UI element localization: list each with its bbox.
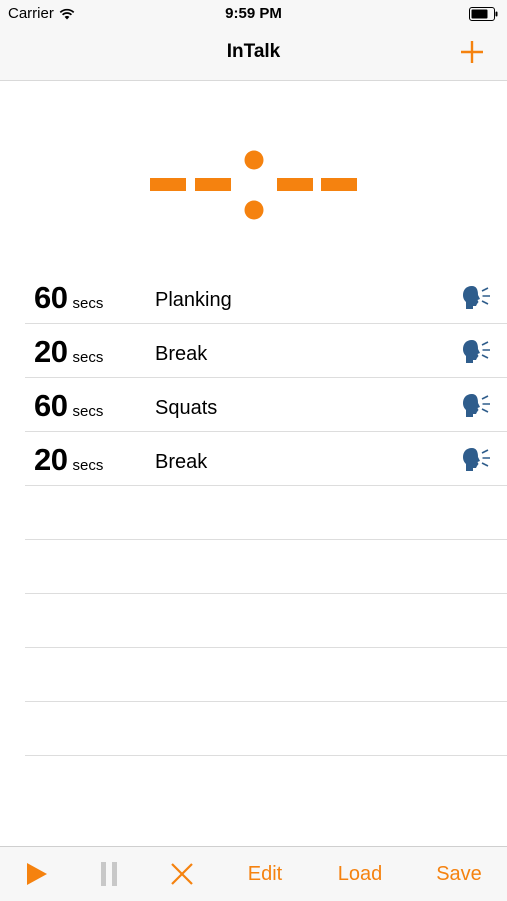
logo-dash xyxy=(321,178,357,191)
duration: 20 secs xyxy=(34,334,103,370)
plus-icon[interactable] xyxy=(459,39,485,65)
list-item[interactable]: 60 secs Planking xyxy=(25,270,507,324)
close-icon xyxy=(171,863,193,885)
duration-value: 20 xyxy=(34,442,68,477)
logo-dot xyxy=(244,200,264,220)
duration-value: 20 xyxy=(34,334,68,369)
duration-unit: secs xyxy=(72,349,104,366)
speak-icon[interactable] xyxy=(461,338,493,366)
status-bar: Carrier 9:59 PM xyxy=(0,0,507,28)
page-title: InTalk xyxy=(226,41,281,62)
list-item[interactable]: 20 secs Break xyxy=(25,432,507,486)
navigation-bar: InTalk xyxy=(0,28,507,81)
app-logo xyxy=(150,150,357,220)
duration-unit: secs xyxy=(72,403,104,420)
duration: 20 secs xyxy=(34,442,103,478)
duration-value: 60 xyxy=(34,388,68,423)
play-icon xyxy=(27,863,47,885)
pause-button[interactable] xyxy=(87,847,131,901)
list-item[interactable]: 60 secs Squats xyxy=(25,378,507,432)
load-button[interactable]: Load xyxy=(326,847,394,901)
save-button[interactable]: Save xyxy=(425,847,493,901)
interval-label: Planking xyxy=(155,289,232,311)
empty-row xyxy=(25,486,507,540)
duration-unit: secs xyxy=(72,457,104,474)
logo-dot xyxy=(244,150,264,170)
play-button[interactable] xyxy=(14,847,58,901)
interval-list: 60 secs Planking 20 secs Break 60 secs S… xyxy=(25,270,507,756)
empty-row xyxy=(25,594,507,648)
status-time: 9:59 PM xyxy=(225,5,282,22)
interval-label: Squats xyxy=(155,397,218,419)
speak-icon[interactable] xyxy=(461,446,493,474)
logo-dash xyxy=(277,178,313,191)
duration-value: 60 xyxy=(34,280,68,315)
duration-unit: secs xyxy=(72,295,104,312)
empty-row xyxy=(25,702,507,756)
logo-dash xyxy=(150,178,186,191)
list-item[interactable]: 20 secs Break xyxy=(25,324,507,378)
speak-icon[interactable] xyxy=(461,392,493,420)
duration: 60 secs xyxy=(34,388,103,424)
bottom-toolbar: Edit Load Save xyxy=(0,846,507,901)
empty-row xyxy=(25,648,507,702)
edit-button[interactable]: Edit xyxy=(233,847,297,901)
speak-icon[interactable] xyxy=(461,284,493,312)
empty-row xyxy=(25,540,507,594)
interval-label: Break xyxy=(155,343,208,365)
stop-button[interactable] xyxy=(160,847,204,901)
duration: 60 secs xyxy=(34,280,103,316)
battery-icon xyxy=(469,7,498,21)
logo-dash xyxy=(195,178,231,191)
pause-icon xyxy=(101,862,117,886)
interval-label: Break xyxy=(155,451,208,473)
